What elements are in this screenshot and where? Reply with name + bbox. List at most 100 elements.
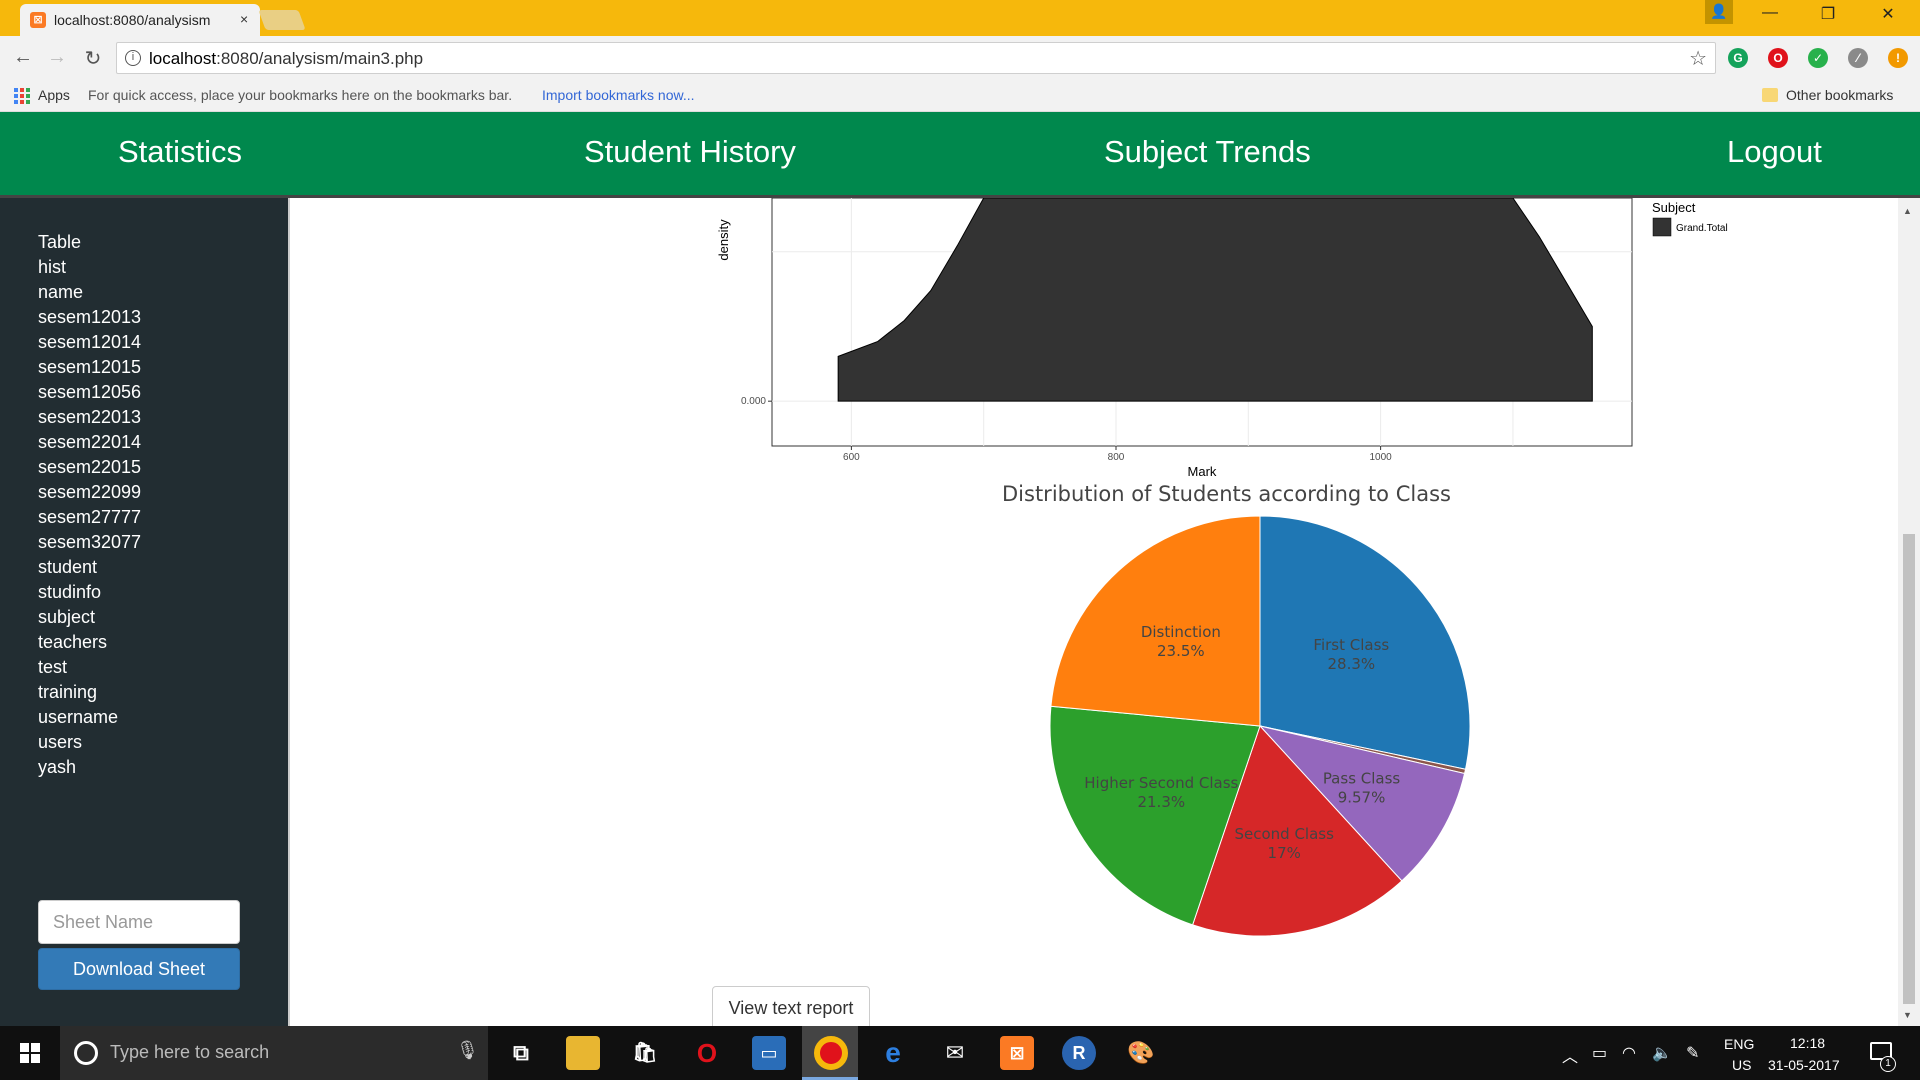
- sidebar-item[interactable]: sesem12015: [38, 355, 141, 380]
- windows-start-icon[interactable]: [20, 1043, 40, 1063]
- x-tick-label: 800: [1108, 452, 1125, 463]
- clock-time[interactable]: 12:18: [1790, 1035, 1825, 1051]
- mail-icon[interactable]: ✉: [938, 1036, 972, 1070]
- pie-slice-label: Distinction: [1141, 623, 1221, 641]
- minimize-icon[interactable]: —: [1750, 4, 1790, 22]
- pie-slice-percent: 17%: [1268, 844, 1301, 862]
- nav-student-history[interactable]: Student History: [584, 134, 796, 170]
- task-view-icon[interactable]: ⧉: [504, 1036, 538, 1070]
- view-text-report-button[interactable]: View text report: [712, 986, 870, 1030]
- eyedropper-extension-icon[interactable]: ⁄: [1848, 48, 1868, 68]
- grammarly-extension-icon[interactable]: G: [1728, 48, 1748, 68]
- pie-slice-percent: 28.3%: [1327, 655, 1375, 673]
- browser-tab[interactable]: ⊠ localhost:8080/analysism ×: [20, 4, 260, 36]
- check-extension-icon[interactable]: ✓: [1808, 48, 1828, 68]
- sidebar-item[interactable]: yash: [38, 755, 141, 780]
- new-tab-button[interactable]: [258, 10, 306, 30]
- info-icon[interactable]: i: [125, 50, 141, 66]
- language-code[interactable]: ENG: [1724, 1036, 1754, 1052]
- edge-icon[interactable]: e: [876, 1036, 910, 1070]
- back-arrow-icon[interactable]: ←: [10, 46, 36, 69]
- sidebar-item[interactable]: studinfo: [38, 580, 141, 605]
- notification-count: 1: [1880, 1056, 1896, 1072]
- sidebar-item[interactable]: sesem12013: [38, 305, 141, 330]
- nav-logout[interactable]: Logout: [1727, 134, 1822, 170]
- pie-slice-label: Second Class: [1234, 825, 1334, 843]
- microphone-icon[interactable]: 🎙: [456, 1040, 479, 1061]
- legend-label: Grand.Total: [1676, 223, 1728, 234]
- sidebar-item[interactable]: student: [38, 555, 141, 580]
- sidebar-item[interactable]: users: [38, 730, 141, 755]
- bookmarks-bar: Apps For quick access, place your bookma…: [0, 80, 1920, 112]
- sidebar-item[interactable]: Table: [38, 230, 141, 255]
- pie-slice-percent: 23.5%: [1157, 642, 1205, 660]
- sidebar-item[interactable]: subject: [38, 605, 141, 630]
- pie-slice-label: First Class: [1313, 636, 1389, 654]
- close-window-icon[interactable]: ✕: [1868, 4, 1908, 24]
- url-host: localhost: [149, 49, 217, 68]
- sidebar-item[interactable]: sesem22015: [38, 455, 141, 480]
- tray-chevron-icon[interactable]: ︿: [1562, 1043, 1578, 1067]
- scroll-up-icon[interactable]: ▲: [1903, 206, 1912, 216]
- browser-title-bar: ⊠ localhost:8080/analysism × 👤 — ❐ ✕: [0, 0, 1920, 36]
- sidebar-item[interactable]: sesem22014: [38, 430, 141, 455]
- chrome-icon[interactable]: [814, 1036, 848, 1070]
- sheet-name-input[interactable]: [38, 900, 240, 944]
- sidebar-item[interactable]: sesem22099: [38, 480, 141, 505]
- r-icon[interactable]: R: [1062, 1036, 1096, 1070]
- scroll-down-icon[interactable]: ▼: [1903, 1010, 1912, 1020]
- scroll-thumb[interactable]: [1903, 534, 1915, 1004]
- x-tick-label: 1000: [1369, 452, 1392, 463]
- sidebar-item[interactable]: sesem27777: [38, 505, 141, 530]
- store-icon[interactable]: 🛍: [628, 1036, 662, 1070]
- paint-icon[interactable]: 🎨: [1124, 1036, 1158, 1070]
- nav-subject-trends[interactable]: Subject Trends: [1104, 134, 1311, 170]
- sidebar-item[interactable]: sesem12014: [38, 330, 141, 355]
- desktop-app-icon[interactable]: ▭: [752, 1036, 786, 1070]
- region-code[interactable]: US: [1732, 1057, 1751, 1073]
- nav-statistics[interactable]: Statistics: [118, 134, 242, 170]
- wifi-icon[interactable]: ◠: [1622, 1043, 1636, 1063]
- reload-icon[interactable]: ↻: [80, 46, 106, 71]
- sidebar-item[interactable]: name: [38, 280, 141, 305]
- battery-icon[interactable]: ▭: [1592, 1043, 1607, 1063]
- volume-icon[interactable]: 🔈: [1652, 1043, 1672, 1063]
- sidebar-item[interactable]: training: [38, 680, 141, 705]
- sidebar: Table hist name sesem12013 sesem12014 sesem12…: [0, 198, 288, 1026]
- cortana-icon[interactable]: [74, 1041, 98, 1065]
- apps-grid-icon[interactable]: [14, 88, 30, 104]
- url-input[interactable]: i localhost:8080/analysism/main3.php ☆: [116, 42, 1716, 74]
- x-tick-label: 600: [843, 452, 860, 463]
- import-bookmarks-link[interactable]: Import bookmarks now...: [542, 87, 695, 103]
- pen-icon[interactable]: ✎: [1686, 1043, 1699, 1063]
- pie-slice: [1050, 515, 1261, 727]
- sidebar-item[interactable]: sesem22013: [38, 405, 141, 430]
- pie-slice-label: Pass Class: [1323, 769, 1401, 787]
- sidebar-item[interactable]: hist: [38, 255, 141, 280]
- file-explorer-icon[interactable]: [566, 1036, 600, 1070]
- opera-icon[interactable]: O: [690, 1036, 724, 1070]
- user-profile-icon[interactable]: 👤: [1705, 0, 1733, 24]
- app-navbar: Statistics Student History Subject Trend…: [0, 112, 1920, 198]
- alert-menu-icon[interactable]: !: [1888, 48, 1908, 68]
- sidebar-item[interactable]: sesem32077: [38, 530, 141, 555]
- apps-link[interactable]: Apps: [38, 87, 70, 103]
- sidebar-item[interactable]: test: [38, 655, 141, 680]
- y-axis-label: density: [716, 219, 731, 261]
- taskbar-search-box[interactable]: Type here to search 🎙: [60, 1026, 488, 1080]
- clock-date[interactable]: 31-05-2017: [1768, 1057, 1840, 1073]
- sidebar-item[interactable]: username: [38, 705, 141, 730]
- bookmark-star-icon[interactable]: ☆: [1689, 46, 1707, 71]
- xampp-icon[interactable]: ⊠: [1000, 1036, 1034, 1070]
- legend-swatch: [1652, 217, 1672, 237]
- sidebar-item[interactable]: sesem12056: [38, 380, 141, 405]
- pie-slice-percent: 21.3%: [1137, 793, 1185, 811]
- opera-extension-icon[interactable]: O: [1768, 48, 1788, 68]
- sidebar-item[interactable]: teachers: [38, 630, 141, 655]
- forward-arrow-icon[interactable]: →: [44, 46, 70, 69]
- download-sheet-button[interactable]: Download Sheet: [38, 948, 240, 990]
- page-scrollbar[interactable]: ▲ ▼: [1898, 198, 1920, 1026]
- restore-icon[interactable]: ❐: [1808, 4, 1848, 24]
- other-bookmarks-link[interactable]: Other bookmarks: [1786, 87, 1893, 103]
- tab-close-icon[interactable]: ×: [240, 11, 248, 27]
